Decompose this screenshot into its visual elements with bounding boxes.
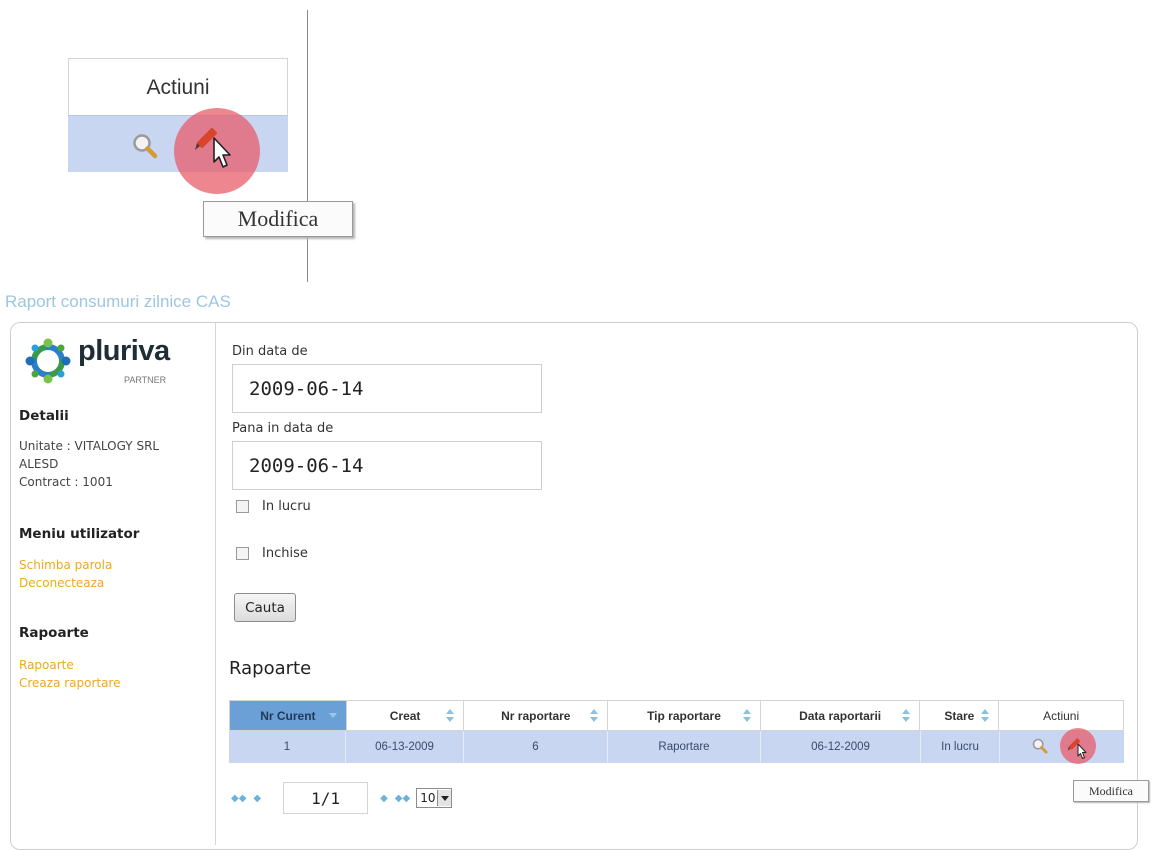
reports-links: Rapoarte Creaza raportare — [19, 656, 121, 692]
cell-nr-raportare: 6 — [464, 731, 608, 763]
tooltip-modifica: Modifica — [1073, 780, 1149, 802]
details-heading: Detalii — [19, 408, 69, 424]
unit-line-2: ALESD — [19, 457, 59, 471]
sort-icon — [446, 709, 455, 723]
column-header-nr-curent[interactable]: Nr Curent — [230, 701, 347, 730]
pager: ◆◆ ◆ 1/1 ◆ ◆◆ 10 — [229, 781, 453, 815]
reports-table: Nr Curent Creat Nr raportare Tip raporta… — [229, 700, 1124, 764]
view-magnifier-icon[interactable] — [1032, 738, 1048, 757]
prev-page-icon[interactable]: ◆ — [253, 793, 261, 804]
column-header-actiuni: Actiuni — [1043, 708, 1080, 723]
contract-line: Contract : 1001 — [19, 475, 113, 489]
page-size-value: 10 — [420, 791, 436, 805]
column-header-nr-raportare[interactable]: Nr raportare — [464, 701, 609, 730]
cell-actiuni — [1000, 728, 1124, 764]
cell-nr-curent: 1 — [229, 731, 346, 763]
search-button[interactable]: Cauta — [234, 593, 296, 622]
column-header-tip-raportare[interactable]: Tip raportare — [608, 701, 761, 730]
cursor-hand-icon — [208, 136, 236, 176]
page-size-select[interactable]: 10 — [416, 788, 453, 808]
magnifier-icon[interactable] — [132, 133, 158, 163]
sort-icon — [742, 709, 751, 723]
create-report-link[interactable]: Creaza raportare — [19, 674, 121, 692]
panel-divider — [215, 323, 216, 845]
column-header-data-raportarii[interactable]: Data raportarii — [761, 701, 921, 730]
user-menu-heading: Meniu utilizator — [19, 526, 140, 542]
reports-heading: Rapoarte — [19, 625, 89, 641]
in-lucru-label: In lucru — [262, 499, 311, 514]
from-date-label: Din data de — [232, 344, 308, 359]
in-lucru-option[interactable]: In lucru — [236, 499, 311, 514]
from-date-input[interactable]: 2009-06-14 — [232, 364, 542, 413]
column-header-stare[interactable]: Stare — [920, 701, 1000, 730]
logo-subtitle: PARTNER — [124, 375, 167, 385]
cursor-hand-icon — [1075, 743, 1089, 764]
details-block: Unitate : VITALOGY SRL ALESD Contract : … — [19, 437, 159, 491]
page-input[interactable]: 1/1 — [283, 782, 369, 814]
sort-icon — [590, 709, 599, 723]
sort-icon — [981, 709, 990, 723]
to-date-input[interactable]: 2009-06-14 — [232, 441, 542, 490]
reports-section-title: Rapoarte — [229, 658, 312, 679]
inchise-label: Inchise — [262, 546, 308, 561]
cell-data-raportarii: 06-12-2009 — [761, 731, 921, 763]
zoom-divider — [307, 10, 308, 282]
logo-name: pluriva — [78, 335, 170, 367]
cell-stare: In lucru — [921, 731, 1000, 763]
first-page-icon[interactable]: ◆◆ — [231, 793, 246, 804]
user-menu-links: Schimba parola Deconecteaza — [19, 556, 112, 592]
dropdown-arrow-icon — [437, 790, 452, 806]
reports-link[interactable]: Rapoarte — [19, 656, 121, 674]
logout-link[interactable]: Deconecteaza — [19, 574, 112, 592]
page-title: Raport consumuri zilnice CAS — [5, 292, 231, 311]
unit-line-1: Unitate : VITALOGY SRL — [19, 439, 160, 453]
inchise-checkbox[interactable] — [236, 547, 249, 560]
zoom-actions-row — [68, 108, 288, 194]
pluriva-logo-icon — [24, 337, 72, 389]
content-panel — [10, 322, 1138, 850]
last-page-icon[interactable]: ◆◆ — [395, 793, 410, 804]
change-password-link[interactable]: Schimba parola — [19, 556, 112, 574]
table-row[interactable]: 1 06-13-2009 6 Raportare 06-12-2009 In l… — [229, 728, 1124, 764]
sort-icon — [328, 709, 337, 723]
sort-icon — [902, 709, 911, 723]
cell-creat: 06-13-2009 — [346, 731, 464, 763]
table-header: Nr Curent Creat Nr raportare Tip raporta… — [229, 700, 1124, 731]
inchise-option[interactable]: Inchise — [236, 546, 308, 561]
zoom-actions-header: Actiuni — [68, 58, 288, 116]
cell-tip-raportare: Raportare — [608, 731, 761, 763]
to-date-label: Pana in data de — [232, 421, 334, 436]
next-page-icon[interactable]: ◆ — [380, 793, 388, 804]
column-header-creat[interactable]: Creat — [347, 701, 465, 730]
zoom-tooltip-modifica: Modifica — [203, 201, 353, 237]
in-lucru-checkbox[interactable] — [236, 500, 249, 513]
